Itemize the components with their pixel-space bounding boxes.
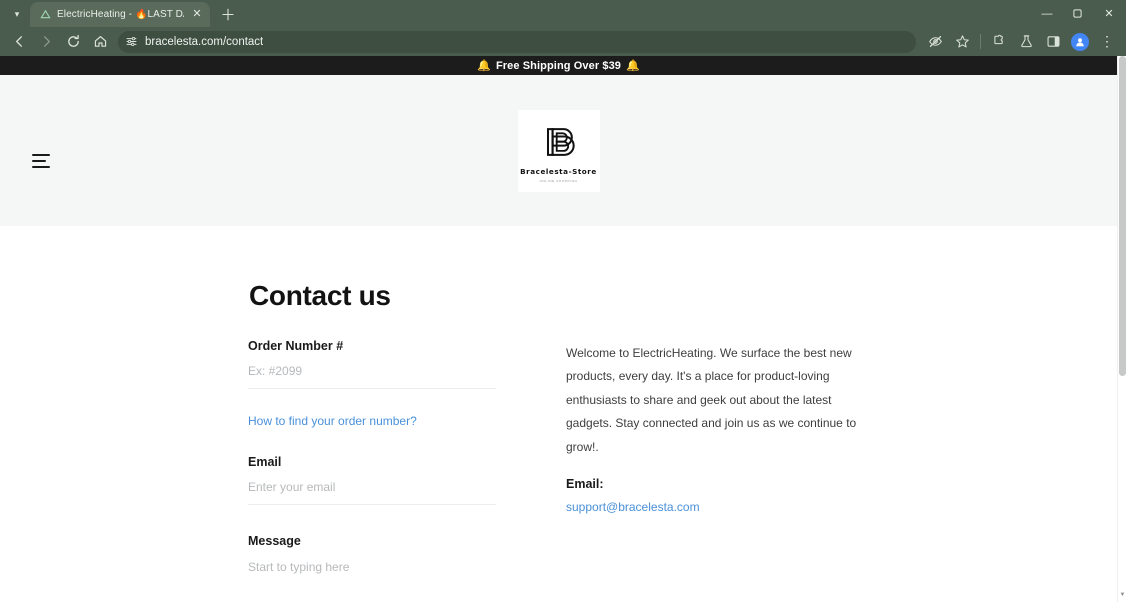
window-close-button[interactable]: ✕ — [1092, 0, 1126, 27]
address-bar-url: bracelesta.com/contact — [145, 36, 263, 48]
browser-menu-button[interactable]: ⋮ — [1094, 30, 1120, 54]
labs-flask-icon[interactable] — [1013, 30, 1039, 54]
site-settings-tune-icon[interactable] — [125, 35, 138, 48]
hamburger-line-2 — [32, 160, 46, 162]
bell-icon-right: 🔔 — [626, 59, 640, 72]
email-label: Email — [248, 455, 496, 469]
new-tab-button[interactable]: ＋ — [216, 2, 240, 26]
email-field: Email — [248, 455, 496, 505]
window-minimize-button[interactable]: — — [1032, 0, 1062, 27]
window-maximize-button[interactable] — [1062, 0, 1092, 27]
toolbar-divider — [980, 34, 981, 49]
side-panel-icon[interactable] — [1040, 30, 1066, 54]
forward-button[interactable] — [33, 30, 59, 54]
message-textarea-wrapper — [248, 559, 496, 602]
logo-wordmark: Bracelesta-Store — [520, 167, 597, 176]
browser-window: ▾ ElectricHeating - 🔥LAST DAY ✕ ＋ — ✕ — [0, 0, 1126, 602]
page-content: Contact us Order Number # How to find yo… — [0, 226, 1117, 602]
email-input[interactable] — [248, 480, 496, 505]
message-label: Message — [248, 534, 496, 548]
chevron-down-icon: ▾ — [15, 9, 20, 20]
tracking-protection-eye-slash-icon[interactable] — [922, 30, 948, 54]
left-gutter — [0, 339, 248, 602]
column-gap — [496, 339, 566, 602]
tab-close-button[interactable]: ✕ — [190, 8, 204, 22]
b-monogram-logo-icon — [537, 120, 581, 164]
browser-toolbar: bracelesta.com/contact — [0, 27, 1126, 56]
order-number-field: Order Number # — [248, 339, 496, 389]
tab-title: ElectricHeating - 🔥LAST DAY — [57, 9, 184, 20]
contact-info: Welcome to ElectricHeating. We surface t… — [566, 339, 876, 602]
announcement-bar: 🔔 Free Shipping Over $39 🔔 — [0, 56, 1117, 75]
page-viewport: 🔔 Free Shipping Over $39 🔔 Bracelesta-St… — [0, 56, 1117, 602]
back-button[interactable] — [6, 30, 32, 54]
page-title: Contact us — [249, 280, 1117, 312]
contact-form: Order Number # How to find your order nu… — [248, 339, 496, 602]
site-logo[interactable]: Bracelesta-Store ONLINE SHOPPING — [518, 110, 600, 192]
browser-tab[interactable]: ElectricHeating - 🔥LAST DAY ✕ — [30, 2, 210, 27]
bookmark-star-icon[interactable] — [949, 30, 975, 54]
order-number-label: Order Number # — [248, 339, 496, 353]
site-favicon-icon — [39, 9, 51, 21]
form-spacer-2 — [248, 505, 496, 534]
announcement-text: Free Shipping Over $39 — [496, 60, 621, 72]
page-scrollbar[interactable]: ▼ — [1117, 56, 1126, 602]
address-bar[interactable]: bracelesta.com/contact — [118, 31, 916, 53]
support-email-link[interactable]: support@bracelesta.com — [566, 500, 700, 514]
hamburger-line-3 — [32, 166, 50, 168]
profile-avatar-button[interactable] — [1067, 30, 1093, 54]
tab-search-button[interactable]: ▾ — [4, 2, 30, 26]
home-button[interactable] — [87, 30, 113, 54]
window-controls: — ✕ — [1032, 0, 1126, 27]
hamburger-line-1 — [32, 154, 50, 156]
flame-icon: 🔥 — [135, 9, 148, 20]
form-spacer-1 — [248, 430, 496, 455]
scrollbar-down-arrow[interactable]: ▼ — [1118, 590, 1126, 600]
message-field: Message — [248, 534, 496, 602]
toolbar-right-icons: ⋮ — [922, 30, 1120, 54]
info-email-label: Email: — [566, 477, 876, 491]
contact-columns: Order Number # How to find your order nu… — [0, 339, 1117, 602]
hamburger-menu-icon[interactable] — [32, 154, 50, 168]
reload-button[interactable] — [60, 30, 86, 54]
bell-icon-left: 🔔 — [477, 59, 491, 72]
avatar-icon — [1071, 33, 1089, 51]
message-textarea[interactable] — [248, 559, 496, 602]
logo-tagline: ONLINE SHOPPING — [539, 179, 577, 183]
order-number-input[interactable] — [248, 364, 496, 389]
scrollbar-thumb[interactable] — [1119, 56, 1126, 376]
site-header: Bracelesta-Store ONLINE SHOPPING — [0, 75, 1117, 226]
tab-strip: ▾ ElectricHeating - 🔥LAST DAY ✕ ＋ — ✕ — [0, 0, 1126, 27]
welcome-text: Welcome to ElectricHeating. We surface t… — [566, 342, 876, 459]
extensions-puzzle-icon[interactable] — [986, 30, 1012, 54]
how-to-find-order-number-link[interactable]: How to find your order number? — [248, 414, 417, 428]
announcement-bar-edge — [1108, 56, 1117, 75]
